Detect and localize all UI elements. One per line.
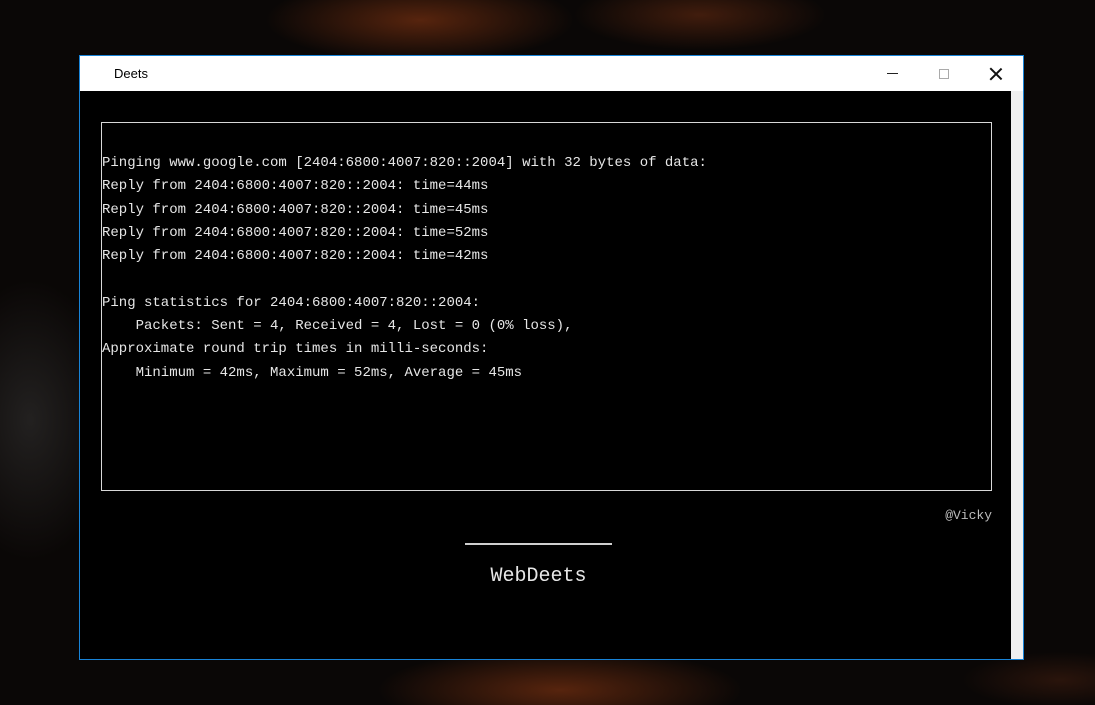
window-title: Deets [114, 66, 148, 81]
console-line: Reply from 2404:6800:4007:820::2004: tim… [102, 248, 489, 265]
author-credit: @Vicky [945, 508, 992, 523]
console-line: Ping statistics for 2404:6800:4007:820::… [102, 294, 481, 311]
close-button[interactable] [970, 56, 1022, 91]
console-line: Reply from 2404:6800:4007:820::2004: tim… [102, 178, 489, 195]
console-line: Reply from 2404:6800:4007:820::2004: tim… [102, 201, 489, 218]
console-line: Reply from 2404:6800:4007:820::2004: tim… [102, 224, 489, 241]
maximize-icon [939, 68, 949, 79]
console-line: Approximate round trip times in milli-se… [102, 341, 489, 358]
minimize-button[interactable] [866, 56, 918, 91]
divider [465, 543, 612, 545]
minimize-icon [886, 73, 898, 74]
console-line: Minimum = 42ms, Maximum = 52ms, Average … [102, 364, 523, 381]
console-line: Packets: Sent = 4, Received = 4, Lost = … [102, 318, 573, 335]
maximize-button[interactable] [918, 56, 970, 91]
ping-output-panel: Pinging www.google.com [2404:6800:4007:8… [101, 122, 992, 491]
console-line: Pinging www.google.com [2404:6800:4007:8… [102, 155, 707, 171]
brand-name: WebDeets [490, 565, 587, 588]
close-icon [989, 67, 1003, 81]
app-window: Deets Pinging www.google.com [2404:6800:… [79, 55, 1024, 660]
scrollbar[interactable] [1011, 91, 1023, 659]
console-line [102, 268, 991, 291]
title-bar[interactable]: Deets [80, 56, 1023, 91]
